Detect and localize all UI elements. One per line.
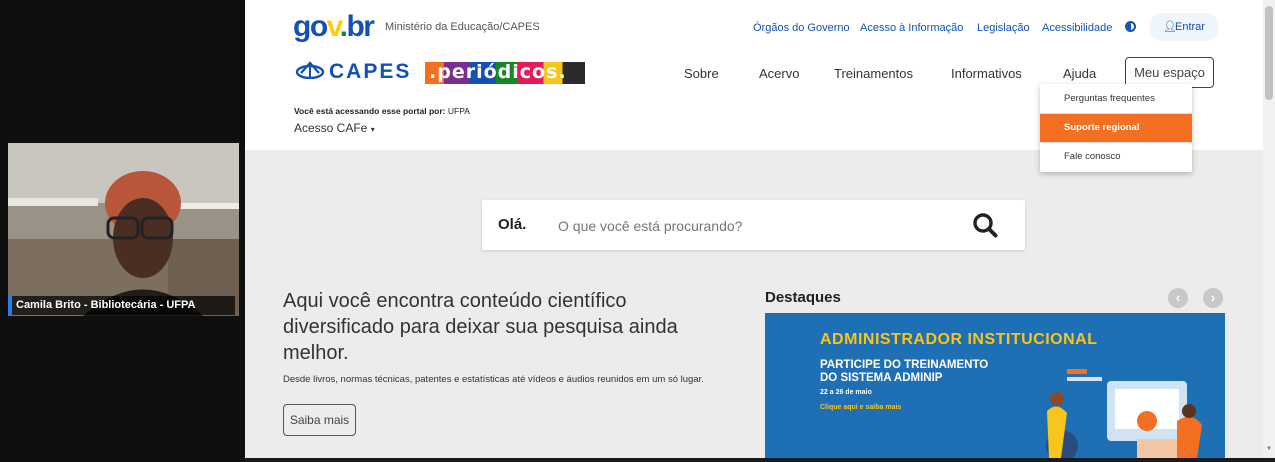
login-label: Entrar	[1175, 21, 1205, 33]
banner-link: Clique aqui e saiba mais	[820, 404, 902, 411]
link-acessibilidade[interactable]: Acessibilidade	[1042, 22, 1112, 34]
nav-sobre[interactable]: Sobre	[684, 66, 719, 81]
login-button[interactable]: 👤︎ Entrar	[1149, 13, 1219, 41]
access-label: Você está acessando esse portal por:	[294, 106, 446, 116]
banner-headline: ADMINISTRADOR INSTITUCIONAL	[820, 331, 1098, 348]
link-orgaos-governo[interactable]: Órgãos do Governo	[753, 22, 850, 34]
search-bar: Olá.	[482, 200, 1025, 250]
carousel-next-icon[interactable]: ›	[1203, 288, 1223, 308]
access-info: Você está acessando esse portal por: UFP…	[294, 106, 470, 116]
intro-description: Desde livros, normas técnicas, patentes …	[283, 374, 704, 385]
participant-name: Camila Brito - Bibliotecária - UFPA	[8, 296, 235, 315]
carousel-prev-icon[interactable]: ‹	[1168, 288, 1188, 308]
banner-subtitle-2: DO SISTEMA ADMINIP	[820, 372, 943, 384]
help-dropdown-menu: Perguntas frequentes Suporte regional Fa…	[1040, 84, 1192, 172]
participant-video	[8, 143, 239, 316]
scroll-down-arrow-icon[interactable]: ▼	[1266, 446, 1272, 452]
highlight-banner[interactable]: ADMINISTRADOR INSTITUCIONAL PARTICIPE DO…	[765, 313, 1225, 458]
search-greeting: Olá.	[498, 216, 527, 233]
govbr-logo[interactable]: gov.br	[293, 10, 375, 44]
capes-periodicos-page: gov.br Ministério da Educação/CAPES Órgã…	[245, 0, 1263, 458]
nav-ajuda[interactable]: Ajuda	[1063, 66, 1096, 81]
dropdown-item-fale-conosco[interactable]: Fale conosco	[1040, 143, 1192, 171]
periodicos-logo-text: .periódicos.	[429, 61, 567, 83]
banner-dates: 22 a 26 de maio	[820, 389, 872, 396]
nav-acervo[interactable]: Acervo	[759, 66, 799, 81]
banner-subtitle-1: PARTICIPE DO TREINAMENTO	[820, 359, 989, 371]
scrollbar-thumb[interactable]	[1265, 6, 1273, 100]
search-icon[interactable]	[972, 212, 998, 243]
saiba-mais-button[interactable]: Saiba mais	[283, 404, 356, 436]
capes-emblem-icon	[295, 61, 325, 80]
highlights-title: Destaques	[765, 289, 841, 306]
ministry-label: Ministério da Educação/CAPES	[385, 21, 540, 33]
search-input[interactable]	[556, 212, 940, 240]
nav-informativos[interactable]: Informativos	[951, 66, 1022, 81]
participant-video-image	[8, 143, 239, 316]
contrast-toggle-icon[interactable]	[1125, 21, 1136, 32]
link-acesso-informacao[interactable]: Acesso à Informação	[860, 22, 963, 34]
cafe-access-dropdown[interactable]: Acesso CAFe ▾	[294, 121, 375, 135]
intro-heading: Aqui você encontra conteúdo científico d…	[283, 290, 678, 364]
periodicos-logo[interactable]: .periódicos.	[425, 61, 585, 84]
banner-illustration	[1046, 369, 1202, 458]
nav-treinamentos[interactable]: Treinamentos	[834, 66, 913, 81]
dropdown-item-faq[interactable]: Perguntas frequentes	[1040, 85, 1192, 113]
page-scrollbar[interactable]: ▼	[1263, 0, 1275, 458]
dropdown-item-suporte-regional[interactable]: Suporte regional	[1040, 114, 1192, 142]
link-legislacao[interactable]: Legislação	[977, 22, 1030, 34]
cafe-label: Acesso CAFe	[294, 121, 368, 135]
caret-down-icon: ▾	[370, 125, 375, 134]
capes-logo[interactable]: CAPES	[329, 60, 411, 84]
access-institution: UFPA	[447, 106, 470, 116]
